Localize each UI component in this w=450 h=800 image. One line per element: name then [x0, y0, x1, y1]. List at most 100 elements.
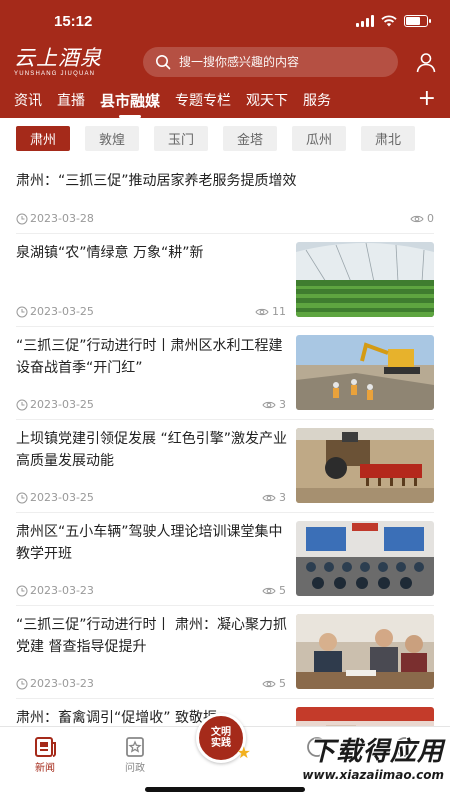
status-bar: 15:12 [0, 0, 450, 42]
news-item[interactable]: 泉湖镇“农”情绿意 万象“耕”新 2023-03-25 11 [16, 234, 434, 327]
battery-level [406, 17, 420, 25]
news-date: 2023-03-25 [16, 491, 94, 504]
clock-icon [16, 585, 28, 596]
news-title: “三抓三促”行动进行时丨肃州区水利工程建设奋战首季“开门红” [16, 338, 283, 376]
eye-icon [262, 494, 276, 501]
tab-bar-politics[interactable]: 问政 [110, 735, 160, 774]
tab-bar-news-label: 新闻 [35, 763, 55, 774]
news-title: 上坝镇党建引领促发展 “红色引擎”激发产业高质量发展动能 [16, 431, 287, 469]
news-views-count: 3 [279, 398, 286, 411]
news-views: 5 [262, 677, 286, 690]
app-header: 15:12 云上酒泉 YUNSHANG JIUQUAN 搜一搜你感兴趣的内容 资… [0, 0, 450, 118]
status-icons [356, 15, 431, 27]
star-icon: ★ [236, 743, 251, 762]
news-item[interactable]: 肃州：“三抓三促”推动居家养老服务提质增效 2023-03-28 0 [16, 160, 434, 234]
tab-live[interactable]: 直播 [57, 90, 85, 110]
battery-icon [404, 15, 431, 27]
news-views: 0 [410, 212, 434, 225]
inquiry-icon [126, 737, 144, 757]
subtab-dunhuang[interactable]: 敦煌 [85, 126, 139, 151]
site-watermark: 下载得应用 www.xiazaiimao.com [276, 731, 444, 782]
channel-tabs: 资讯 直播 县市融媒 专题专栏 观天下 服务 + [0, 82, 450, 118]
tab-county-media[interactable]: 县市融媒 [100, 90, 160, 111]
civilization-practice-button[interactable]: 文明 实践 ★ [196, 713, 251, 763]
county-subtabs: 肃州 敦煌 玉门 金塔 瓜州 肃北 [16, 126, 415, 151]
logo-text: 云上酒泉 [14, 45, 102, 70]
home-indicator [145, 787, 305, 792]
logo-subtitle: YUNSHANG JIUQUAN [14, 70, 96, 77]
subtab-yumen[interactable]: 玉门 [154, 126, 208, 151]
status-time: 15:12 [54, 12, 93, 30]
subtab-suzhou[interactable]: 肃州 [16, 126, 70, 151]
news-date: 2023-03-28 [16, 212, 94, 225]
news-views-count: 5 [279, 677, 286, 690]
tab-bar-politics-label: 问政 [125, 763, 145, 774]
add-channel-button[interactable]: + [418, 88, 436, 110]
user-icon [416, 53, 436, 73]
news-views-count: 11 [272, 305, 286, 318]
news-date: 2023-03-25 [16, 305, 94, 318]
eye-icon [262, 680, 276, 687]
app-logo: 云上酒泉 YUNSHANG JIUQUAN [14, 45, 132, 77]
news-date: 2023-03-25 [16, 398, 94, 411]
news-item[interactable]: “三抓三促”行动进行时丨肃州区水利工程建设奋战首季“开门红” 2023-03-2… [16, 327, 434, 420]
news-title: 泉湖镇“农”情绿意 万象“耕”新 [16, 245, 204, 261]
eye-icon [410, 215, 424, 222]
center-line1: 文明 [211, 727, 231, 738]
tab-services[interactable]: 服务 [303, 90, 331, 110]
search-icon [156, 55, 171, 70]
news-date-text: 2023-03-23 [30, 677, 94, 690]
news-item[interactable]: 肃州区“五小车辆”驾驶人理论培训课堂集中教学开班 2023-03-23 5 [16, 513, 434, 606]
eye-icon [262, 587, 276, 594]
brand-bar: 云上酒泉 YUNSHANG JIUQUAN [0, 42, 450, 82]
tab-news[interactable]: 资讯 [14, 90, 42, 110]
tractor-thumbnail [296, 428, 434, 503]
greenhouse-thumbnail [296, 242, 434, 317]
search-input[interactable] [179, 55, 379, 69]
news-list: 肃州：“三抓三促”推动居家养老服务提质增效 2023-03-28 0 泉湖镇“农… [16, 160, 434, 759]
tab-special-topics[interactable]: 专题专栏 [175, 90, 231, 110]
news-views: 5 [262, 584, 286, 597]
meeting-thumbnail [296, 614, 434, 689]
news-views-count: 3 [279, 491, 286, 504]
subtab-subei[interactable]: 肃北 [361, 126, 415, 151]
news-views: 3 [262, 491, 286, 504]
wifi-icon [381, 15, 397, 27]
cellular-signal-icon [356, 15, 374, 27]
news-item[interactable]: “三抓三促”行动进行时丨 肃州：凝心聚力抓党建 督查指导促提升 2023-03-… [16, 606, 434, 699]
news-views-count: 0 [427, 212, 434, 225]
news-title: 肃州：畜禽调引“促增收” 致敬振 [16, 710, 217, 726]
subtab-jinta[interactable]: 金塔 [223, 126, 277, 151]
clock-icon [16, 678, 28, 689]
news-title: “三抓三促”行动进行时丨 肃州：凝心聚力抓党建 督查指导促提升 [16, 617, 287, 655]
construction-thumbnail [296, 335, 434, 410]
news-title: 肃州：“三抓三促”推动居家养老服务提质增效 [16, 173, 297, 189]
news-date-text: 2023-03-25 [30, 491, 94, 504]
news-title: 肃州区“五小车辆”驾驶人理论培训课堂集中教学开班 [16, 524, 283, 562]
center-line2: 实践 [211, 738, 231, 749]
eye-icon [262, 401, 276, 408]
news-date-text: 2023-03-25 [30, 305, 94, 318]
watermark-url: www.xiazaiimao.com [302, 768, 444, 782]
search-bar[interactable] [143, 47, 398, 77]
news-date-text: 2023-03-25 [30, 398, 94, 411]
news-date-text: 2023-03-23 [30, 584, 94, 597]
news-views: 11 [255, 305, 286, 318]
subtab-guazhou[interactable]: 瓜州 [292, 126, 346, 151]
news-date: 2023-03-23 [16, 584, 94, 597]
classroom-thumbnail [296, 521, 434, 596]
clock-icon [16, 492, 28, 503]
eye-icon [255, 308, 269, 315]
news-date-text: 2023-03-28 [30, 212, 94, 225]
clock-icon [16, 213, 28, 224]
user-profile-button[interactable] [414, 50, 438, 74]
watermark-title: 下载得应用 [308, 737, 444, 767]
news-icon [35, 737, 56, 757]
clock-icon [16, 306, 28, 317]
news-views-count: 5 [279, 584, 286, 597]
tab-bar-news[interactable]: 新闻 [20, 735, 70, 774]
clock-icon [16, 399, 28, 410]
tab-world[interactable]: 观天下 [246, 90, 288, 110]
news-views: 3 [262, 398, 286, 411]
news-item[interactable]: 上坝镇党建引领促发展 “红色引擎”激发产业高质量发展动能 2023-03-25 … [16, 420, 434, 513]
